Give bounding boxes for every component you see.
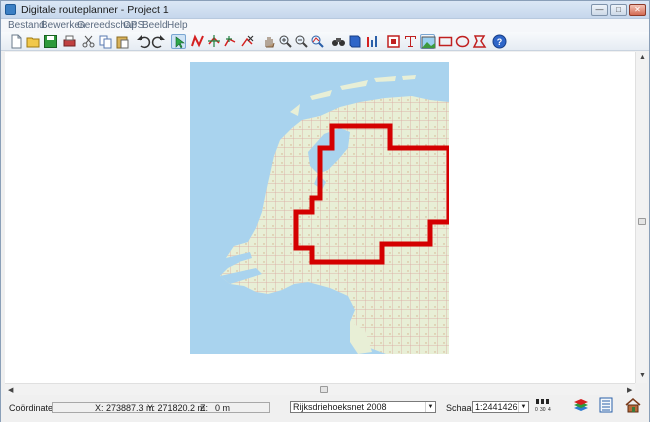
binoculars-icon[interactable]: [331, 34, 346, 49]
scale-tick-1: 30: [540, 407, 546, 413]
zoom-out-icon[interactable]: [294, 34, 309, 49]
y-coordinate: Y: 271820.2 m: [147, 403, 206, 413]
insert-waypoint-icon[interactable]: [223, 34, 238, 49]
horizontal-scroll-thumb[interactable]: [320, 386, 328, 393]
scale-tick-2: 4: [548, 407, 551, 413]
scroll-left-icon[interactable]: ◀: [8, 386, 13, 394]
open-folder-icon[interactable]: [26, 34, 41, 49]
svg-text:?: ?: [497, 37, 503, 47]
help-icon[interactable]: ?: [492, 34, 507, 49]
chevron-down-icon[interactable]: ▼: [518, 402, 528, 412]
projection-value: Rijksdriehoeksnet 2008: [293, 402, 387, 412]
book-icon[interactable]: [347, 34, 362, 49]
copy-icon[interactable]: [98, 34, 113, 49]
x-coordinate: X: 273887.3 m: [95, 403, 154, 413]
draw-route-icon[interactable]: [190, 34, 205, 49]
z-label: Z:: [200, 403, 208, 413]
window-title: Digitale routeplanner - Project 1: [21, 4, 169, 16]
minimize-button[interactable]: —: [591, 4, 608, 16]
info-icon[interactable]: [365, 34, 380, 49]
scroll-down-icon[interactable]: ▼: [639, 372, 646, 379]
vertical-scroll-thumb[interactable]: [638, 218, 646, 225]
layers-icon[interactable]: [573, 397, 589, 413]
map-canvas[interactable]: [5, 52, 635, 383]
print-icon[interactable]: [62, 34, 77, 49]
undo-icon[interactable]: [136, 34, 151, 49]
scale-select[interactable]: 1:2441426 ▼: [472, 401, 529, 413]
image-frame-icon[interactable]: [386, 34, 401, 49]
scale-bar-icon: 0 30 4: [534, 397, 554, 415]
chevron-down-icon[interactable]: ▼: [425, 402, 435, 412]
horizontal-scrollbar[interactable]: ◀ ▶: [5, 383, 635, 395]
app-window: Digitale routeplanner - Project 1 — □ ✕ …: [0, 0, 650, 422]
rectangle-tool-icon[interactable]: [438, 34, 453, 49]
z-coordinate: 0 m: [215, 403, 231, 413]
scroll-up-icon[interactable]: ▲: [639, 54, 646, 61]
scale-value: 1:2441426: [475, 402, 518, 412]
zoom-in-icon[interactable]: [278, 34, 293, 49]
picture-icon[interactable]: [420, 34, 436, 49]
new-file-icon[interactable]: [9, 34, 24, 49]
select-arrow-icon[interactable]: [171, 34, 186, 49]
paste-icon[interactable]: [115, 34, 130, 49]
menu-beeld[interactable]: Beeld: [142, 20, 168, 31]
pan-hand-icon[interactable]: [262, 34, 277, 49]
scale-tick-0: 0: [535, 407, 538, 413]
netherlands-map[interactable]: [190, 62, 449, 354]
menu-bar: Bestand Bewerken Gereedschap GPS Beeld H…: [1, 19, 649, 32]
redo-icon[interactable]: [151, 34, 166, 49]
save-icon[interactable]: [43, 34, 58, 49]
maximize-button[interactable]: □: [610, 4, 627, 16]
menu-bestand[interactable]: Bestand: [8, 20, 45, 31]
polygon-tool-icon[interactable]: [472, 34, 487, 49]
ellipse-tool-icon[interactable]: [455, 34, 470, 49]
title-bar: Digitale routeplanner - Project 1 — □ ✕: [1, 1, 649, 19]
add-waypoint-icon[interactable]: [207, 34, 222, 49]
text-tool-icon[interactable]: [403, 34, 418, 49]
scroll-right-icon[interactable]: ▶: [627, 386, 632, 394]
toolbar: ?: [1, 32, 649, 51]
delete-waypoint-icon[interactable]: [240, 34, 255, 49]
projection-select[interactable]: Rijksdriehoeksnet 2008 ▼: [290, 401, 436, 413]
close-button[interactable]: ✕: [629, 4, 646, 16]
app-icon: [5, 4, 16, 15]
menu-help[interactable]: Help: [167, 20, 188, 31]
zoom-route-icon[interactable]: [310, 34, 325, 49]
vertical-scrollbar[interactable]: ▲ ▼: [635, 52, 647, 383]
home-icon[interactable]: [625, 397, 641, 413]
status-bar: Coördinaten: X: 273887.3 m Y: 271820.2 m…: [1, 396, 649, 422]
route-list-icon[interactable]: [599, 397, 613, 413]
menu-gps[interactable]: GPS: [123, 20, 144, 31]
cut-icon[interactable]: [81, 34, 96, 49]
